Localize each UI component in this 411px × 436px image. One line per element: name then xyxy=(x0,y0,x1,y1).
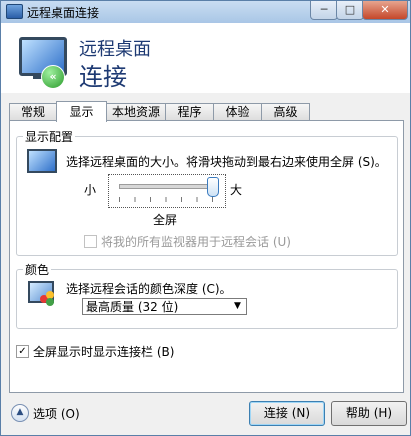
multi-monitor-label: 将我的所有监视器用于远程会话 (U) xyxy=(101,235,291,249)
tab-general[interactable]: 常规 xyxy=(9,103,57,121)
maximize-button[interactable]: □ xyxy=(336,1,364,20)
slider-ticks xyxy=(119,197,213,202)
display-monitor-icon xyxy=(27,149,57,173)
options-expand-icon[interactable]: ▲ xyxy=(11,404,29,422)
color-palette-icon xyxy=(28,281,54,306)
display-size-slider[interactable] xyxy=(108,174,226,208)
slider-value-label: 全屏 xyxy=(153,213,178,227)
options-label: 选项 (O) xyxy=(33,407,80,421)
color-depth-value: 最高质量 (32 位) xyxy=(86,300,179,314)
slider-track xyxy=(119,184,215,189)
connect-arrows-icon: « xyxy=(41,65,65,89)
connection-bar-checkbox[interactable]: ✓ xyxy=(16,345,29,358)
app-icon xyxy=(6,4,23,19)
slider-max-label: 大 xyxy=(230,183,243,197)
color-depth-select[interactable]: 最高质量 (32 位) ▼ xyxy=(82,298,247,315)
multi-monitor-checkbox[interactable] xyxy=(84,235,97,248)
display-description: 选择远程桌面的大小。将滑块拖动到最右边来使用全屏 (S)。 xyxy=(66,155,387,169)
connect-button[interactable]: 连接 (N) xyxy=(249,401,325,426)
slider-min-label: 小 xyxy=(84,183,97,197)
tab-advanced[interactable]: 高级 xyxy=(261,103,310,121)
window-title: 远程桌面连接 xyxy=(27,6,100,20)
tab-experience[interactable]: 体验 xyxy=(213,103,262,121)
close-button[interactable]: ✕ xyxy=(362,1,408,20)
header-title-line2: 连接 xyxy=(79,63,127,91)
display-tab-panel: 显示配置 选择远程桌面的大小。将滑块拖动到最右边来使用全屏 (S)。 小 大 全… xyxy=(9,120,404,393)
remote-desktop-window: 远程桌面连接 ─ □ ✕ « 远程桌面 连接 常规 显示 本地资源 程序 体验 … xyxy=(0,0,411,436)
chevron-down-icon[interactable]: ▼ xyxy=(229,299,246,314)
minimize-button[interactable]: ─ xyxy=(310,1,338,20)
slider-thumb[interactable] xyxy=(207,177,219,197)
header-banner: « 远程桌面 连接 xyxy=(1,23,410,93)
tab-display[interactable]: 显示 xyxy=(56,101,107,122)
help-button[interactable]: 帮助 (H) xyxy=(331,401,407,426)
color-description: 选择远程会话的颜色深度 (C)。 xyxy=(66,282,232,296)
title-bar[interactable]: 远程桌面连接 ─ □ ✕ xyxy=(1,1,410,23)
color-group-label: 颜色 xyxy=(23,261,52,278)
tab-programs[interactable]: 程序 xyxy=(165,103,214,121)
connection-bar-label: 全屏显示时显示连接栏 (B) xyxy=(33,345,175,359)
display-config-group: 显示配置 选择远程桌面的大小。将滑块拖动到最右边来使用全屏 (S)。 小 大 全… xyxy=(16,128,398,256)
tab-local-resources[interactable]: 本地资源 xyxy=(106,103,166,121)
display-config-label: 显示配置 xyxy=(23,128,76,145)
